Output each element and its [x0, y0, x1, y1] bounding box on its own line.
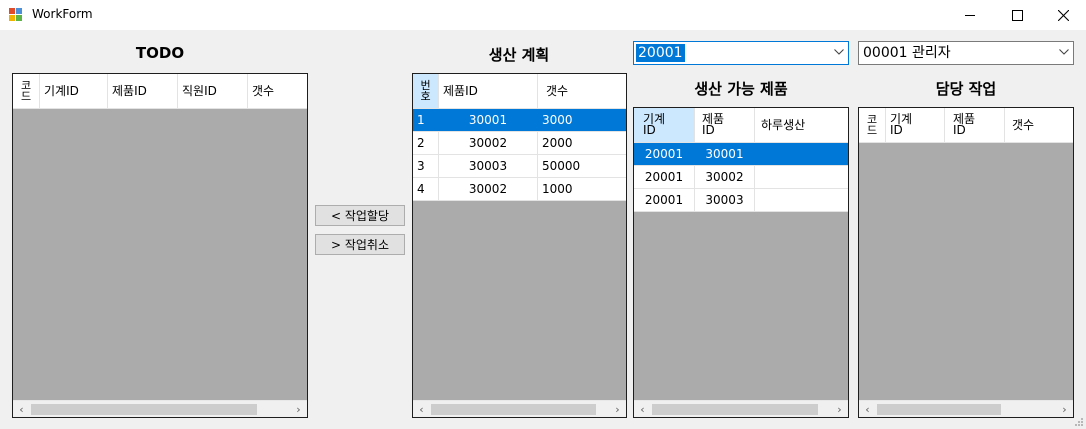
products-cell-daily-output [755, 189, 848, 211]
plan-cell-number: 1 [413, 109, 439, 131]
resize-grip-icon[interactable] [1073, 416, 1083, 426]
plan-row[interactable]: 3 30003 50000 [413, 155, 626, 178]
close-button[interactable] [1040, 0, 1086, 30]
todo-col-count[interactable]: 갯수 [248, 74, 307, 108]
scroll-thumb[interactable] [31, 404, 257, 415]
plan-cell-count: 3000 [542, 113, 573, 127]
plan-col-product-id[interactable]: 제품ID [439, 74, 538, 108]
plan-cell-number: 4 [413, 178, 439, 200]
chevron-down-icon [834, 49, 844, 55]
assigned-col-code[interactable]: 코 드 [859, 108, 886, 142]
plan-cell-count: 1000 [542, 182, 573, 196]
scroll-thumb[interactable] [652, 404, 818, 415]
products-heading: 생산 가능 제품 [694, 80, 788, 98]
todo-col-code[interactable]: 코 드 [13, 74, 40, 108]
products-col-product-id[interactable]: 제품 ID [695, 108, 755, 142]
todo-heading: TODO [135, 44, 185, 62]
products-hscrollbar[interactable]: ‹ › [634, 400, 848, 417]
assign-task-button[interactable]: < 작업할당 [315, 205, 405, 226]
products-grid-header: 기계 ID 제품 ID 하루생산 [634, 108, 848, 143]
scroll-right-icon[interactable]: › [831, 401, 848, 417]
cancel-task-button[interactable]: > 작업취소 [315, 234, 405, 255]
plan-grid[interactable]: 번 호 제품ID 갯수 1 30001 3000 2 30002 2000 3 … [412, 73, 627, 418]
products-cell-machine-id: 20001 [634, 143, 695, 165]
plan-col-number[interactable]: 번 호 [413, 74, 439, 108]
plan-grid-header: 번 호 제품ID 갯수 [413, 74, 626, 109]
assigned-col-product-id[interactable]: 제품 ID [945, 108, 1005, 142]
assigned-heading: 담당 작업 [935, 80, 997, 98]
products-row[interactable]: 20001 30002 [634, 166, 848, 189]
assigned-col-machine-id[interactable]: 기계 ID [886, 108, 945, 142]
plan-cell-product-id: 30002 [439, 132, 538, 154]
products-col-machine-id[interactable]: 기계 ID [634, 108, 695, 142]
scroll-right-icon[interactable]: › [1056, 401, 1073, 417]
plan-row[interactable]: 1 30001 3000 [413, 109, 626, 132]
todo-grid-header: 코 드 기계ID 제품ID 직원ID 갯수 [13, 74, 307, 109]
assigned-grid[interactable]: 코 드 기계 ID 제품 ID 갯수 ‹ › [858, 107, 1074, 418]
assigned-hscrollbar[interactable]: ‹ › [859, 400, 1073, 417]
scroll-left-icon[interactable]: ‹ [634, 401, 651, 417]
products-cell-machine-id: 20001 [634, 189, 695, 211]
products-cell-daily-output [755, 166, 848, 188]
plan-cell-product-id: 30001 [439, 109, 538, 131]
plan-cell-product-id: 30002 [439, 178, 538, 200]
staff-select-value: 00001 관리자 [863, 45, 951, 61]
scroll-left-icon[interactable]: ‹ [413, 401, 430, 417]
todo-col-employee-id[interactable]: 직원ID [178, 74, 248, 108]
todo-hscrollbar[interactable]: ‹ › [13, 400, 307, 417]
maximize-icon [1011, 9, 1023, 21]
todo-col-machine-id[interactable]: 기계ID [40, 74, 108, 108]
scroll-left-icon[interactable]: ‹ [13, 401, 30, 417]
minimize-icon [965, 15, 975, 16]
products-row[interactable]: 20001 30003 [634, 189, 848, 212]
assigned-col-count[interactable]: 갯수 [1005, 108, 1073, 142]
products-col-daily-output[interactable]: 하루생산 [755, 108, 848, 142]
assigned-grid-header: 코 드 기계 ID 제품 ID 갯수 [859, 108, 1073, 143]
plan-cell-number: 2 [413, 132, 439, 154]
window-title: WorkForm [32, 7, 93, 21]
close-icon [1057, 9, 1069, 21]
products-cell-product-id: 30001 [695, 143, 755, 165]
plan-row[interactable]: 2 30002 2000 [413, 132, 626, 155]
products-row[interactable]: 20001 30001 [634, 143, 848, 166]
products-cell-machine-id: 20001 [634, 166, 695, 188]
chevron-down-icon [1059, 49, 1069, 55]
products-cell-product-id: 30003 [695, 189, 755, 211]
machine-select-value: 20001 [636, 44, 685, 62]
scroll-right-icon[interactable]: › [290, 401, 307, 417]
machine-select[interactable]: 20001 [633, 41, 849, 65]
plan-cell-number: 3 [413, 155, 439, 177]
todo-grid[interactable]: 코 드 기계ID 제품ID 직원ID 갯수 ‹ › [12, 73, 308, 418]
staff-select[interactable]: 00001 관리자 [858, 41, 1074, 65]
title-bar: WorkForm [0, 0, 1086, 30]
plan-cell-count: 2000 [542, 136, 573, 150]
products-cell-daily-output [755, 143, 848, 165]
scroll-thumb[interactable] [431, 404, 596, 415]
plan-cell-product-id: 30003 [439, 155, 538, 177]
products-rows: 20001 30001 20001 30002 20001 30003 [634, 143, 848, 212]
app-icon [9, 8, 23, 22]
plan-hscrollbar[interactable]: ‹ › [413, 400, 626, 417]
todo-col-product-id[interactable]: 제품ID [108, 74, 178, 108]
products-grid[interactable]: 기계 ID 제품 ID 하루생산 20001 30001 20001 30002… [633, 107, 849, 418]
maximize-button[interactable] [994, 0, 1040, 30]
plan-row[interactable]: 4 30002 1000 [413, 178, 626, 201]
plan-col-count[interactable]: 갯수 [538, 74, 626, 108]
plan-cell-count: 50000 [542, 159, 581, 173]
plan-rows: 1 30001 3000 2 30002 2000 3 30003 50000 … [413, 109, 626, 201]
minimize-button[interactable] [947, 0, 993, 30]
scroll-thumb[interactable] [877, 404, 1001, 415]
plan-heading: 생산 계획 [488, 46, 550, 64]
scroll-right-icon[interactable]: › [609, 401, 626, 417]
scroll-left-icon[interactable]: ‹ [859, 401, 876, 417]
products-cell-product-id: 30002 [695, 166, 755, 188]
